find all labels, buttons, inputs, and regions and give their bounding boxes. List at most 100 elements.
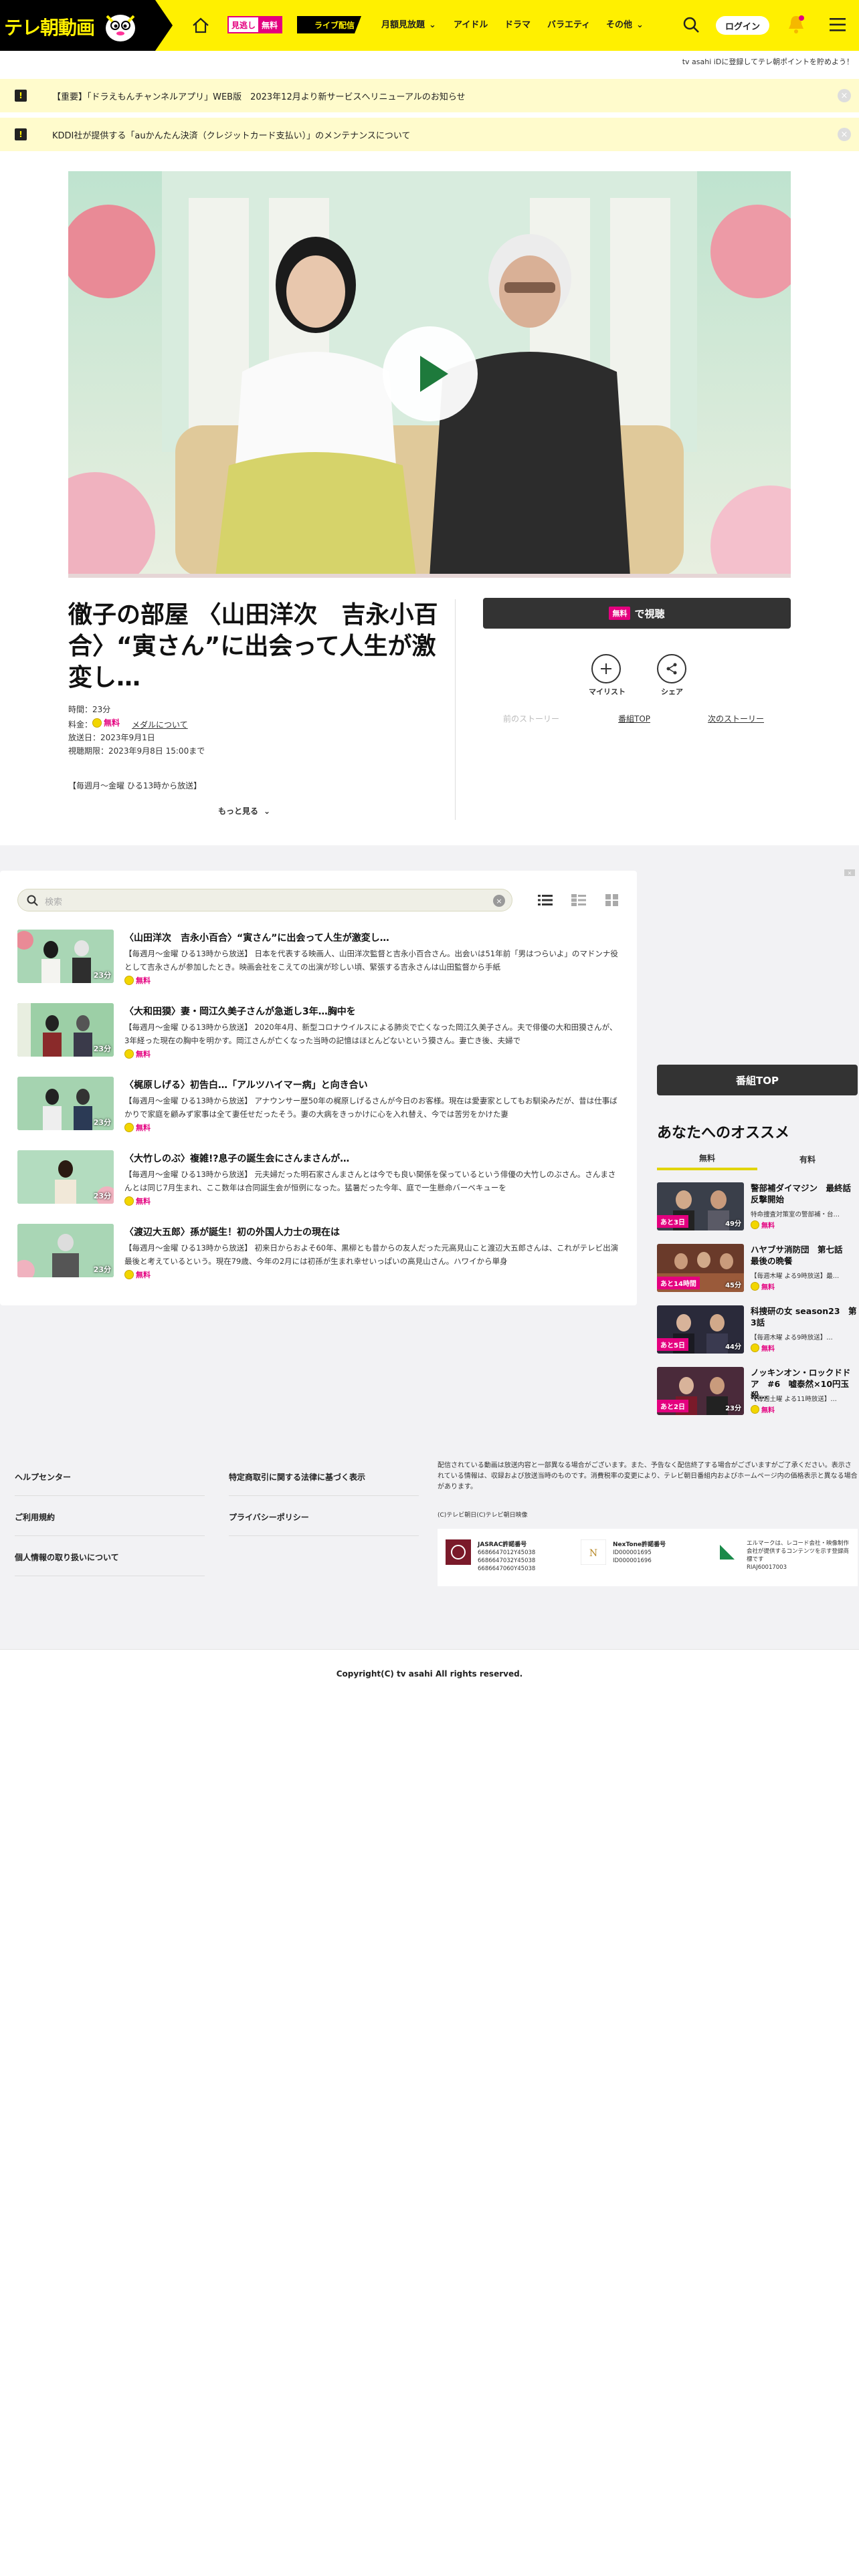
air-date: 放送日：2023年9月1日 <box>68 733 155 742</box>
login-button[interactable]: ログイン <box>716 16 769 35</box>
hamburger-menu-icon[interactable] <box>828 16 847 33</box>
nav-other[interactable]: その他 ⌄ <box>606 17 644 33</box>
clear-icon[interactable]: × <box>493 895 505 907</box>
commerce-law-link[interactable]: 特定商取引に関する法律に基づく表示 <box>229 1471 365 1483</box>
coin-icon <box>751 1220 759 1229</box>
search-icon[interactable] <box>681 15 701 35</box>
close-icon[interactable]: × <box>838 89 851 102</box>
lmark-logo-icon <box>714 1539 740 1565</box>
episode-title[interactable]: 〈大竹しのぶ〉複雑!?息子の誕生会にさんまさんが… <box>124 1152 349 1165</box>
episode-title[interactable]: 〈大和田獏〉妻・岡江久美子さんが急逝し3年…胸中を <box>124 1004 356 1018</box>
episode-description: 【毎週月～金曜 ひる13時から放送】 初来日からおよそ60年、黒柳とも昔からの友… <box>124 1243 619 1266</box>
nextone-logo-icon: N <box>581 1539 606 1565</box>
chevron-down-icon: ⌄ <box>429 20 436 30</box>
free-label: 無料 <box>124 1196 151 1206</box>
episode-thumbnail[interactable]: 23分 <box>17 1224 114 1277</box>
grid-view-icon[interactable] <box>605 893 619 907</box>
svg-text:N: N <box>589 1548 597 1559</box>
notice-text[interactable]: KDDI社が提供する「auかんたん決済（クレジットカード支払い）」のメンテナンス… <box>52 128 410 141</box>
copyright: Copyright(C) tv asahi All rights reserve… <box>336 1669 523 1679</box>
footer-note: 配信されている動画は放送内容と一部異なる場合がございます。また、予告なく配信終了… <box>438 1462 858 1491</box>
episode-title[interactable]: 〈山田洋次 吉永小百合〉“寅さん”に出会って人生が激変し… <box>124 931 389 944</box>
footer-small-copyright: (C)テレビ朝日(C)テレビ朝日映像 <box>438 1512 528 1519</box>
episode-thumbnail[interactable]: 23分 <box>17 1077 114 1130</box>
chevron-down-icon: ⌄ <box>636 20 644 30</box>
jasrac-logo-icon <box>446 1539 471 1565</box>
program-top-button[interactable]: 番組TOP <box>657 1065 858 1095</box>
episode-item[interactable]: 23分 〈山田洋次 吉永小百合〉“寅さん”に出会って人生が激変し… 【毎週月～金… <box>17 930 619 990</box>
share-button[interactable] <box>657 654 686 683</box>
site-logo[interactable]: テレ朝動画 <box>0 0 173 51</box>
close-icon[interactable]: × <box>844 869 855 876</box>
nav-monthly[interactable]: 月額見放題 ⌄ <box>381 17 436 33</box>
catchup-free-badge[interactable]: 見逃し 無料 <box>227 16 283 33</box>
free-label: 無料 <box>124 1269 151 1280</box>
nav-variety[interactable]: バラエティ <box>547 17 590 33</box>
coin-icon <box>124 1270 134 1279</box>
terms-link[interactable]: ご利用規約 <box>15 1511 55 1523</box>
episode-title[interactable]: 〈渡辺大五郎〉孫が誕生！初の外国人力士の現在は <box>124 1225 340 1239</box>
deadline: 視聴期限：2023年9月8日 15:00まで <box>68 746 205 756</box>
coin-icon <box>124 1123 134 1132</box>
program-top-link[interactable]: 番組TOP <box>618 713 650 724</box>
recommend-item[interactable]: あと5日 44分 科捜研の女 season23 第3話 【毎週木曜 よる9時放送… <box>657 1305 858 1356</box>
show-more-button[interactable]: もっと見る ⌄ <box>218 805 270 817</box>
recommend-thumbnail[interactable]: あと5日 44分 <box>657 1305 744 1354</box>
recommend-item[interactable]: あと3日 49分 警部補ダイマジン 最終話 反撃開始 特命捜査対策室の警部補・台… <box>657 1182 859 1233</box>
plus-icon <box>601 663 611 674</box>
episode-item[interactable]: 23分 〈大和田獏〉妻・岡江久美子さんが急逝し3年…胸中を 【毎週月～金曜 ひる… <box>17 1003 619 1063</box>
mylist-add-button[interactable] <box>591 654 621 683</box>
episode-item[interactable]: 23分 〈渡辺大五郎〉孫が誕生！初の外国人力士の現在は 【毎週月～金曜 ひる13… <box>17 1224 619 1284</box>
home-icon[interactable] <box>191 16 211 35</box>
help-center-link[interactable]: ヘルプセンター <box>15 1471 71 1483</box>
search-placeholder: 検索 <box>45 897 63 907</box>
recommend-title[interactable]: ハヤブサ消防団 第七話 最後の晩餐 <box>751 1244 858 1267</box>
tab-free[interactable]: 無料 <box>657 1148 757 1170</box>
list-view-icon[interactable] <box>538 893 553 907</box>
bell-icon[interactable] <box>784 12 808 36</box>
share-icon <box>666 663 677 675</box>
close-icon[interactable]: × <box>838 128 851 141</box>
notice-bar[interactable]: ! KDDI社が提供する「auかんたん決済（クレジットカード支払い）」のメンテナ… <box>0 118 859 151</box>
episode-search[interactable]: 検索 × <box>17 889 512 911</box>
duration: 時間：23分 <box>68 705 111 714</box>
episode-item[interactable]: 23分 〈梶原しげる〉初告白…「アルツハイマー病」と向き合い 【毎週月～金曜 ひ… <box>17 1077 619 1137</box>
watch-free-button[interactable]: 無料 で視聴 <box>483 598 791 629</box>
program-title: 徹子の部屋 〈山田洋次 吉永小百合〉“寅さん”に出会って人生が激変し… <box>68 601 438 691</box>
search-icon <box>27 895 38 906</box>
episode-description: 【毎週月～金曜 ひる13時から放送】 アナウンサー歴50年の梶原しげるさんが今日… <box>124 1096 617 1119</box>
notice-bar[interactable]: ! 【重要】「ドラえもんチャンネルアプリ」WEB版 2023年12月より新サービ… <box>0 79 859 112</box>
episode-item[interactable]: 23分 〈大竹しのぶ〉複雑!?息子の誕生会にさんまさんが… 【毎週月～金曜 ひる… <box>17 1150 619 1210</box>
free-label: 無料 <box>751 1220 775 1230</box>
recommend-title[interactable]: 科捜研の女 season23 第3話 <box>751 1305 858 1328</box>
alert-icon: ! <box>15 128 27 140</box>
medal-info-link[interactable]: メダルについて <box>132 720 188 730</box>
nav-idol[interactable]: アイドル <box>454 17 488 33</box>
privacy-policy-link[interactable]: プライバシーポリシー <box>229 1511 309 1523</box>
recommend-item[interactable]: あと2日 23分 ノッキンオン・ロックドドア #6 嘘泰然×10円玉殺… 【毎週… <box>657 1367 858 1418</box>
episode-title[interactable]: 〈梶原しげる〉初告白…「アルツハイマー病」と向き合い <box>124 1078 368 1091</box>
notice-text[interactable]: 【重要】「ドラえもんチャンネルアプリ」WEB版 2023年12月より新サービスへ… <box>52 90 466 102</box>
episode-thumbnail[interactable]: 23分 <box>17 1003 114 1057</box>
recommend-thumbnail[interactable]: あと14時間 45分 <box>657 1244 744 1292</box>
detail-list-view-icon[interactable] <box>571 893 586 907</box>
episode-thumbnail[interactable]: 23分 <box>17 1150 114 1204</box>
prev-story-link[interactable]: 前のストーリー <box>503 713 559 724</box>
recommend-title[interactable]: 警部補ダイマジン 最終話 反撃開始 <box>751 1182 859 1205</box>
register-note[interactable]: tv asahi iDに登録してテレ朝ポイントを貯めよう！ <box>682 56 854 67</box>
recommend-thumbnail[interactable]: あと3日 49分 <box>657 1182 744 1230</box>
divider <box>15 1495 205 1496</box>
recommend-thumbnail[interactable]: あと2日 23分 <box>657 1367 744 1415</box>
recommend-item[interactable]: あと14時間 45分 ハヤブサ消防団 第七話 最後の晩餐 【毎週木曜 よる9時放… <box>657 1244 858 1295</box>
site-header: テレ朝動画 見逃し 無料 ライブ配信 月額見放題 ⌄ アイドル ドラマ バラエティ… <box>0 0 859 51</box>
privacy-handling-link[interactable]: 個人情報の取り扱いについて <box>15 1551 119 1563</box>
play-icon[interactable] <box>383 326 478 421</box>
coin-icon <box>124 976 134 985</box>
nav-drama[interactable]: ドラマ <box>504 17 531 33</box>
tab-paid[interactable]: 有料 <box>757 1148 858 1170</box>
live-stream-link[interactable]: ライブ配信 <box>297 16 361 33</box>
next-story-link[interactable]: 次のストーリー <box>708 713 764 724</box>
episode-thumbnail[interactable]: 23分 <box>17 930 114 983</box>
recommend-sub: 特命捜査対策室の警部補・台… <box>751 1211 840 1218</box>
video-progress-bar[interactable] <box>68 574 791 578</box>
